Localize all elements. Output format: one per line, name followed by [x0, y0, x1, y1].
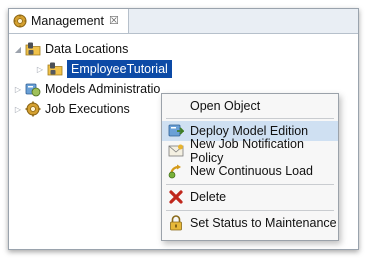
tree-item-label: EmployeeTutorial: [67, 60, 172, 78]
models-icon: [25, 81, 41, 97]
menu-separator: [166, 210, 334, 211]
menu-item-label: Set Status to Maintenance: [190, 216, 337, 230]
menu-item-delete[interactable]: Delete: [162, 187, 338, 207]
tree-item-label: Models Administratio: [45, 82, 161, 96]
menu-item-label: Delete: [190, 190, 227, 204]
folder-db-icon: [25, 41, 41, 57]
menu-item-label: Deploy Model Edition: [190, 124, 309, 138]
tree-item-job-executions[interactable]: ▷ Job Executions: [13, 99, 130, 119]
context-menu: Open Object Deploy Model Edition New Job…: [161, 93, 339, 241]
tree-item-label: Job Executions: [45, 102, 130, 116]
menu-item-new-job-notification-policy[interactable]: New Job Notification Policy: [162, 137, 338, 165]
menu-item-label: New Continuous Load: [190, 164, 313, 178]
lock-icon: [168, 215, 184, 231]
menu-separator: [166, 184, 334, 185]
management-panel: Management ☒ ◢ Data Locations ▷ Employee…: [8, 8, 359, 250]
gear-icon: [13, 14, 27, 28]
menu-separator: [166, 118, 334, 119]
tab-management[interactable]: Management ☒: [9, 9, 129, 33]
continuous-load-icon: [168, 163, 184, 179]
deploy-icon: [168, 123, 186, 139]
menu-item-new-continuous-load[interactable]: New Continuous Load: [162, 161, 338, 181]
menu-item-label: Open Object: [190, 99, 261, 113]
menu-item-set-status-to-maintenance[interactable]: Set Status to Maintenance: [162, 213, 338, 233]
collapsed-arrow-icon[interactable]: ▷: [13, 85, 23, 94]
envelope-icon: [168, 143, 184, 159]
folder-db-icon: [47, 61, 63, 77]
tree-item-label: Data Locations: [45, 42, 129, 56]
tab-bar: Management ☒: [9, 9, 358, 34]
collapsed-arrow-icon[interactable]: ▷: [13, 105, 23, 114]
collapsed-arrow-icon[interactable]: ▷: [35, 65, 45, 74]
tab-title: Management: [31, 14, 104, 28]
delete-icon: [168, 189, 184, 205]
gear-icon: [25, 101, 41, 117]
close-icon[interactable]: ☒: [109, 15, 119, 27]
tree-item-data-locations[interactable]: ◢ Data Locations: [13, 39, 128, 59]
expanded-arrow-icon[interactable]: ◢: [13, 45, 23, 54]
menu-item-open-object[interactable]: Open Object: [162, 96, 338, 116]
tree-item-models-administration[interactable]: ▷ Models Administratio: [13, 79, 160, 99]
tree-item-employee-tutorial[interactable]: ▷ EmployeeTutorial: [35, 59, 172, 79]
